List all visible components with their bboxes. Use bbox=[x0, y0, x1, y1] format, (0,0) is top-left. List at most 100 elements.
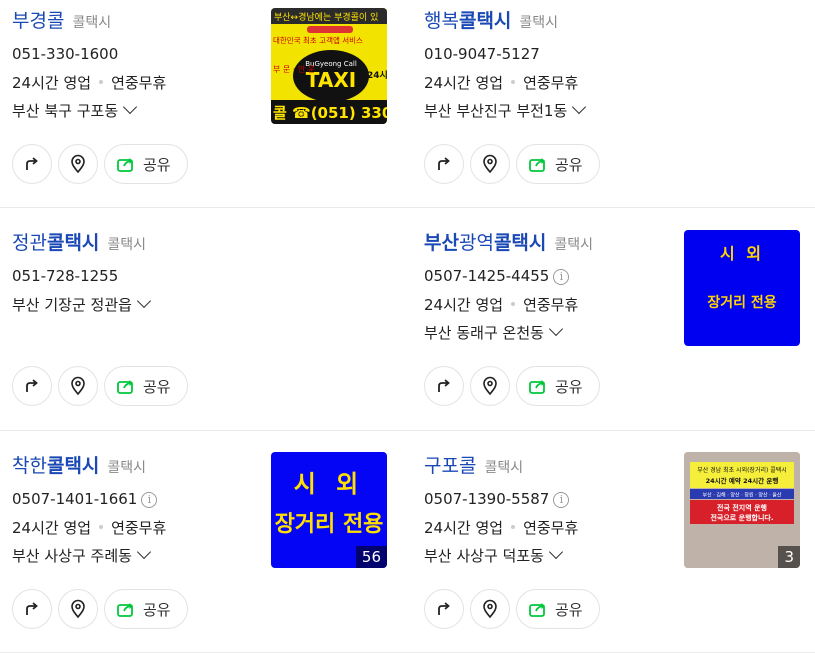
address[interactable]: 부산 기장군 정관읍 bbox=[12, 293, 152, 315]
share-button[interactable]: 공유 bbox=[104, 589, 188, 629]
share-button[interactable]: 공유 bbox=[104, 144, 188, 184]
chevron-down-icon[interactable] bbox=[136, 293, 152, 309]
directions-button[interactable] bbox=[424, 144, 464, 184]
place-photo-4[interactable]: 시 외 장거리 전용 bbox=[684, 230, 800, 346]
place-name-text[interactable]: 구포콜 bbox=[424, 455, 476, 477]
phone-number[interactable]: 0507-1425-4455 i bbox=[424, 266, 570, 286]
place-name[interactable]: 착한콜택시 콜택시 bbox=[12, 453, 146, 481]
business-hours: 24시간 영업 연중무휴 bbox=[424, 73, 578, 93]
share-button[interactable]: 공유 bbox=[104, 366, 188, 406]
taxi-ad-image: 부산↔경남에는 부경콜이 있 대한민국 최초 고객앱 서비스 BuGyeong … bbox=[271, 8, 387, 124]
phone-text[interactable]: 0507-1401-1661 bbox=[12, 490, 137, 508]
directions-icon bbox=[438, 602, 450, 615]
place-name-text[interactable]: 착한 bbox=[12, 455, 47, 477]
place-name-highlight[interactable]: 콜택시 bbox=[459, 10, 511, 32]
share-icon bbox=[529, 158, 545, 172]
phone-number[interactable]: 051-728-1255 bbox=[12, 266, 118, 286]
share-icon bbox=[117, 603, 133, 617]
map-location-button[interactable] bbox=[470, 589, 510, 629]
place-name[interactable]: 구포콜 콜택시 bbox=[424, 453, 523, 481]
place-category: 콜택시 bbox=[107, 460, 147, 476]
place-photo-1[interactable]: 부산↔경남에는 부경콜이 있 대한민국 최초 고객앱 서비스 BuGyeong … bbox=[271, 8, 387, 124]
share-button[interactable]: 공유 bbox=[516, 366, 600, 406]
separator-dot bbox=[511, 301, 516, 306]
phone-text[interactable]: 0507-1390-5587 bbox=[424, 490, 549, 508]
ad-top-line: 부산↔경남에는 부경콜이 있 bbox=[274, 11, 378, 23]
place-name-highlight[interactable]: 콜택시 bbox=[47, 232, 99, 254]
address-text[interactable]: 부산 사상구 덕포동 bbox=[424, 547, 544, 565]
address[interactable]: 부산 부산진구 부전1동 bbox=[424, 99, 587, 121]
ad-side-left: 부 문 · 안 운 bbox=[273, 64, 315, 74]
chevron-down-icon[interactable] bbox=[548, 321, 564, 337]
hours-text: 24시간 영업 bbox=[12, 519, 92, 537]
business-hours: 24시간 영업 연중무휴 bbox=[12, 518, 166, 538]
share-icon bbox=[117, 158, 133, 172]
place-photo-6[interactable]: 부산 경남 최초 시외(장거리) 콜택시 24시간 예약 24시간 운행 부산 … bbox=[684, 452, 800, 568]
phone-text[interactable]: 0507-1425-4455 bbox=[424, 267, 549, 285]
info-icon[interactable]: i bbox=[553, 491, 570, 508]
place-name-text[interactable]: 행복 bbox=[424, 10, 459, 32]
place-category: 콜택시 bbox=[484, 460, 524, 476]
holiday-text: 연중무휴 bbox=[111, 74, 167, 92]
place-name-highlight[interactable]: 콜택시 bbox=[47, 455, 99, 477]
action-buttons: 공유 bbox=[424, 144, 600, 184]
phone-number[interactable]: 051-330-1600 bbox=[12, 44, 118, 64]
place-name[interactable]: 부산광역콜택시 콜택시 bbox=[424, 230, 593, 258]
address-text[interactable]: 부산 북구 구포동 bbox=[12, 102, 118, 120]
address-text[interactable]: 부산 사상구 주례동 bbox=[12, 547, 132, 565]
map-pin-icon bbox=[483, 154, 497, 174]
directions-button[interactable] bbox=[424, 366, 464, 406]
place-card-2[interactable]: 행복콜택시 콜택시 010-9047-5127 24시간 영업 연중무휴 부산 부산… bbox=[424, 0, 804, 220]
phone-number[interactable]: 0507-1401-1661 i bbox=[12, 489, 158, 509]
directions-button[interactable] bbox=[12, 144, 52, 184]
share-button[interactable]: 공유 bbox=[516, 144, 600, 184]
sign-line-2: 장거리 전용 bbox=[707, 295, 777, 311]
separator-dot bbox=[99, 79, 104, 84]
action-buttons: 공유 bbox=[424, 589, 600, 629]
address[interactable]: 부산 동래구 온천동 bbox=[424, 321, 564, 343]
directions-button[interactable] bbox=[424, 589, 464, 629]
address[interactable]: 부산 사상구 덕포동 bbox=[424, 544, 564, 566]
chevron-down-icon[interactable] bbox=[548, 544, 564, 560]
share-icon bbox=[117, 380, 133, 394]
phone-number[interactable]: 0507-1390-5587 i bbox=[424, 489, 570, 509]
map-location-button[interactable] bbox=[58, 589, 98, 629]
share-button[interactable]: 공유 bbox=[516, 589, 600, 629]
poster-yellow-1: 부산 경남 최초 시외(장거리) 콜택시 bbox=[697, 466, 787, 474]
map-location-button[interactable] bbox=[470, 366, 510, 406]
place-name[interactable]: 정관콜택시 콜택시 bbox=[12, 230, 146, 258]
place-name[interactable]: 부경콜 콜택시 bbox=[12, 8, 111, 36]
address[interactable]: 부산 사상구 주례동 bbox=[12, 544, 152, 566]
map-location-button[interactable] bbox=[58, 366, 98, 406]
address-text[interactable]: 부산 동래구 온천동 bbox=[424, 324, 544, 342]
map-location-button[interactable] bbox=[58, 144, 98, 184]
map-location-button[interactable] bbox=[470, 144, 510, 184]
chevron-down-icon[interactable] bbox=[572, 99, 587, 115]
place-category: 콜택시 bbox=[519, 15, 559, 31]
address-text[interactable]: 부산 부산진구 부전1동 bbox=[424, 102, 567, 120]
address-text[interactable]: 부산 기장군 정관읍 bbox=[12, 296, 132, 314]
photo-count-badge: 56 bbox=[355, 546, 387, 568]
hours-text: 24시간 영업 bbox=[12, 74, 92, 92]
share-label: 공유 bbox=[555, 377, 583, 396]
share-label: 공유 bbox=[143, 377, 171, 396]
phone-number[interactable]: 010-9047-5127 bbox=[424, 44, 540, 64]
info-icon[interactable]: i bbox=[553, 268, 570, 285]
place-name-highlight[interactable]: 콜택시 bbox=[494, 232, 546, 254]
directions-button[interactable] bbox=[12, 589, 52, 629]
share-icon bbox=[529, 380, 545, 394]
place-name-text[interactable]: 정관 bbox=[12, 232, 47, 254]
place-card-3[interactable]: 정관콜택시 콜택시 051-728-1255 부산 기장군 정관읍 공유 bbox=[12, 222, 392, 442]
place-name-text[interactable]: 광역 bbox=[459, 232, 494, 254]
chevron-down-icon[interactable] bbox=[136, 544, 152, 560]
address[interactable]: 부산 북구 구포동 bbox=[12, 99, 138, 121]
place-name-highlight[interactable]: 부산 bbox=[424, 232, 459, 254]
hours-text: 24시간 영업 bbox=[424, 74, 504, 92]
info-icon[interactable]: i bbox=[141, 491, 158, 508]
place-name[interactable]: 행복콜택시 콜택시 bbox=[424, 8, 558, 36]
chevron-down-icon[interactable] bbox=[123, 99, 138, 115]
place-name-text[interactable]: 부경콜 bbox=[12, 10, 64, 32]
hours-text: 24시간 영업 bbox=[424, 296, 504, 314]
directions-button[interactable] bbox=[12, 366, 52, 406]
place-photo-5[interactable]: 시 외 장거리 전용 56 bbox=[271, 452, 387, 568]
